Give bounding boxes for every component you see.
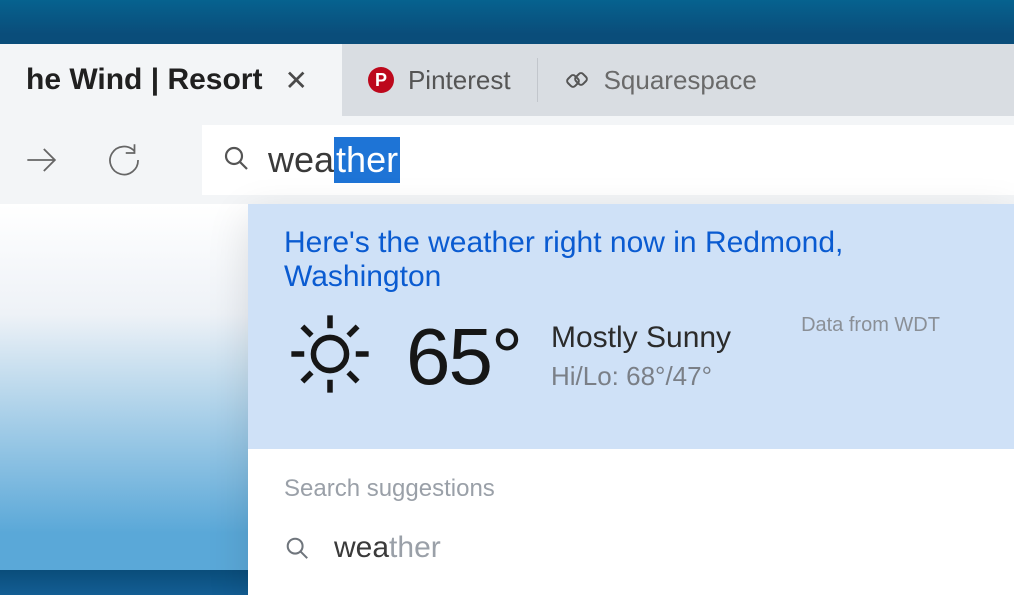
page-content-background — [0, 204, 248, 570]
weather-headline: Here's the weather right now in Redmond,… — [284, 226, 978, 294]
address-suggestions-dropdown: Here's the weather right now in Redmond,… — [248, 204, 1014, 595]
weather-body: 65° Mostly Sunny Hi/Lo: 68°/47° Data fro… — [284, 308, 978, 405]
squarespace-icon — [564, 67, 590, 93]
weather-temperature: 65° — [406, 311, 521, 403]
address-typed-text: wea — [268, 139, 334, 181]
tab-title: he Wind | Resort — [26, 63, 262, 97]
search-suggestions-section: Search suggestions weather — [248, 449, 1014, 595]
tab-title: Pinterest — [408, 65, 511, 96]
weather-condition: Mostly Sunny — [551, 321, 731, 355]
tab-pinterest[interactable]: P Pinterest — [342, 44, 537, 116]
weather-attribution: Data from WDT — [801, 314, 940, 337]
pinterest-icon: P — [368, 67, 394, 93]
address-bar[interactable]: weather — [202, 125, 1014, 195]
search-icon — [284, 535, 310, 561]
tab-title: Squarespace — [604, 65, 757, 96]
forward-button[interactable] — [18, 136, 66, 184]
weather-answer-card[interactable]: Here's the weather right now in Redmond,… — [248, 204, 1014, 449]
refresh-button[interactable] — [100, 136, 148, 184]
address-input[interactable]: weather — [268, 137, 400, 183]
suggestion-completion: ther — [389, 531, 441, 564]
svg-text:P: P — [375, 70, 387, 90]
close-icon[interactable]: ✕ — [276, 60, 315, 101]
tab-strip: he Wind | Resort ✕ P Pinterest Squarespa… — [0, 44, 1014, 116]
tab-squarespace[interactable]: Squarespace — [538, 44, 783, 116]
search-icon — [222, 144, 250, 177]
tab-active[interactable]: he Wind | Resort ✕ — [0, 44, 342, 116]
address-autocomplete-text: ther — [334, 137, 400, 183]
sun-icon — [284, 308, 376, 405]
suggestion-item[interactable]: weather — [284, 531, 978, 565]
suggestion-typed: wea — [334, 531, 389, 564]
weather-hilo: Hi/Lo: 68°/47° — [551, 361, 731, 392]
suggestions-header: Search suggestions — [284, 475, 978, 503]
nav-toolbar: weather — [0, 116, 1014, 204]
